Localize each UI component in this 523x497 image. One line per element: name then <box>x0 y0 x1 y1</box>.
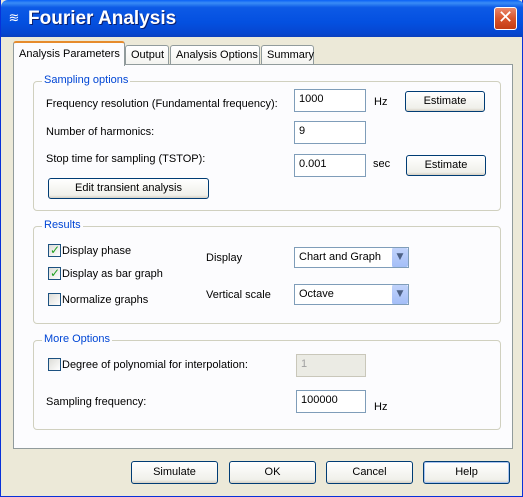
vertical-scale-label: Vertical scale <box>206 289 271 301</box>
harmonics-label: Number of harmonics: <box>46 126 155 138</box>
display-label: Display <box>206 252 243 264</box>
checkmark-icon: ✓ <box>50 243 61 257</box>
app-icon: ≋ <box>8 10 20 25</box>
ok-button[interactable]: OK <box>229 461 316 484</box>
degree-polynomial-input[interactable]: 1 <box>296 354 366 377</box>
close-button[interactable]: ✕ <box>494 7 517 30</box>
chevron-down-icon[interactable]: ▼ <box>391 248 408 267</box>
vertical-scale-select[interactable]: Octave ▼ <box>294 284 409 305</box>
stop-time-estimate-button[interactable]: Estimate <box>406 155 486 176</box>
frequency-resolution-label: Frequency resolution (Fundamental freque… <box>46 98 278 110</box>
tab-analysis-parameters[interactable]: Analysis Parameters <box>13 41 125 66</box>
cancel-button[interactable]: Cancel <box>326 461 413 484</box>
title-bar[interactable]: ≋ Fourier Analysis ✕ <box>1 0 523 37</box>
more-options-group: More Options <box>33 333 501 430</box>
fourier-analysis-dialog: ≋ Fourier Analysis ✕ Analysis Parameters… <box>0 0 523 497</box>
tab-output[interactable]: Output <box>125 45 169 65</box>
bar-graph-checkbox[interactable]: ✓ <box>48 266 61 280</box>
simulate-button[interactable]: Simulate <box>131 461 218 484</box>
close-icon: ✕ <box>497 7 514 28</box>
sampling-frequency-unit: Hz <box>374 401 388 413</box>
edit-transient-analysis-button[interactable]: Edit transient analysis <box>48 178 209 199</box>
bar-graph-label: Display as bar graph <box>62 268 163 280</box>
tab-analysis-options[interactable]: Analysis Options <box>170 45 260 65</box>
help-button[interactable]: Help <box>423 461 510 484</box>
more-options-legend: More Options <box>42 333 113 345</box>
normalize-graphs-checkbox[interactable] <box>48 293 61 306</box>
display-select-value: Chart and Graph <box>299 251 381 263</box>
frequency-resolution-input[interactable]: 1000 <box>294 89 366 112</box>
results-legend: Results <box>42 219 83 231</box>
display-select[interactable]: Chart and Graph ▼ <box>294 247 409 268</box>
degree-polynomial-checkbox[interactable] <box>48 358 61 371</box>
harmonics-input[interactable]: 9 <box>294 121 366 144</box>
sampling-frequency-input[interactable]: 100000 <box>296 390 366 413</box>
chevron-down-icon[interactable]: ▼ <box>391 285 408 304</box>
sampling-options-legend: Sampling options <box>42 74 131 86</box>
degree-polynomial-label: Degree of polynomial for interpolation: <box>62 359 248 371</box>
stop-time-label: Stop time for sampling (TSTOP): <box>46 153 206 165</box>
stop-time-input[interactable]: 0.001 <box>294 154 366 177</box>
sampling-frequency-label: Sampling frequency: <box>46 396 147 408</box>
normalize-graphs-label: Normalize graphs <box>62 294 149 306</box>
tab-summary[interactable]: Summary <box>261 45 314 65</box>
window-title: Fourier Analysis <box>28 8 177 29</box>
frequency-unit: Hz <box>374 96 388 108</box>
display-phase-label: Display phase <box>62 245 132 257</box>
vertical-scale-select-value: Octave <box>299 288 334 300</box>
display-phase-checkbox[interactable]: ✓ <box>48 243 61 257</box>
frequency-estimate-button[interactable]: Estimate <box>405 91 485 112</box>
analysis-parameters-panel: Sampling options Frequency resolution (F… <box>13 64 513 449</box>
checkmark-icon: ✓ <box>50 266 61 280</box>
stop-time-unit: sec <box>373 158 391 170</box>
